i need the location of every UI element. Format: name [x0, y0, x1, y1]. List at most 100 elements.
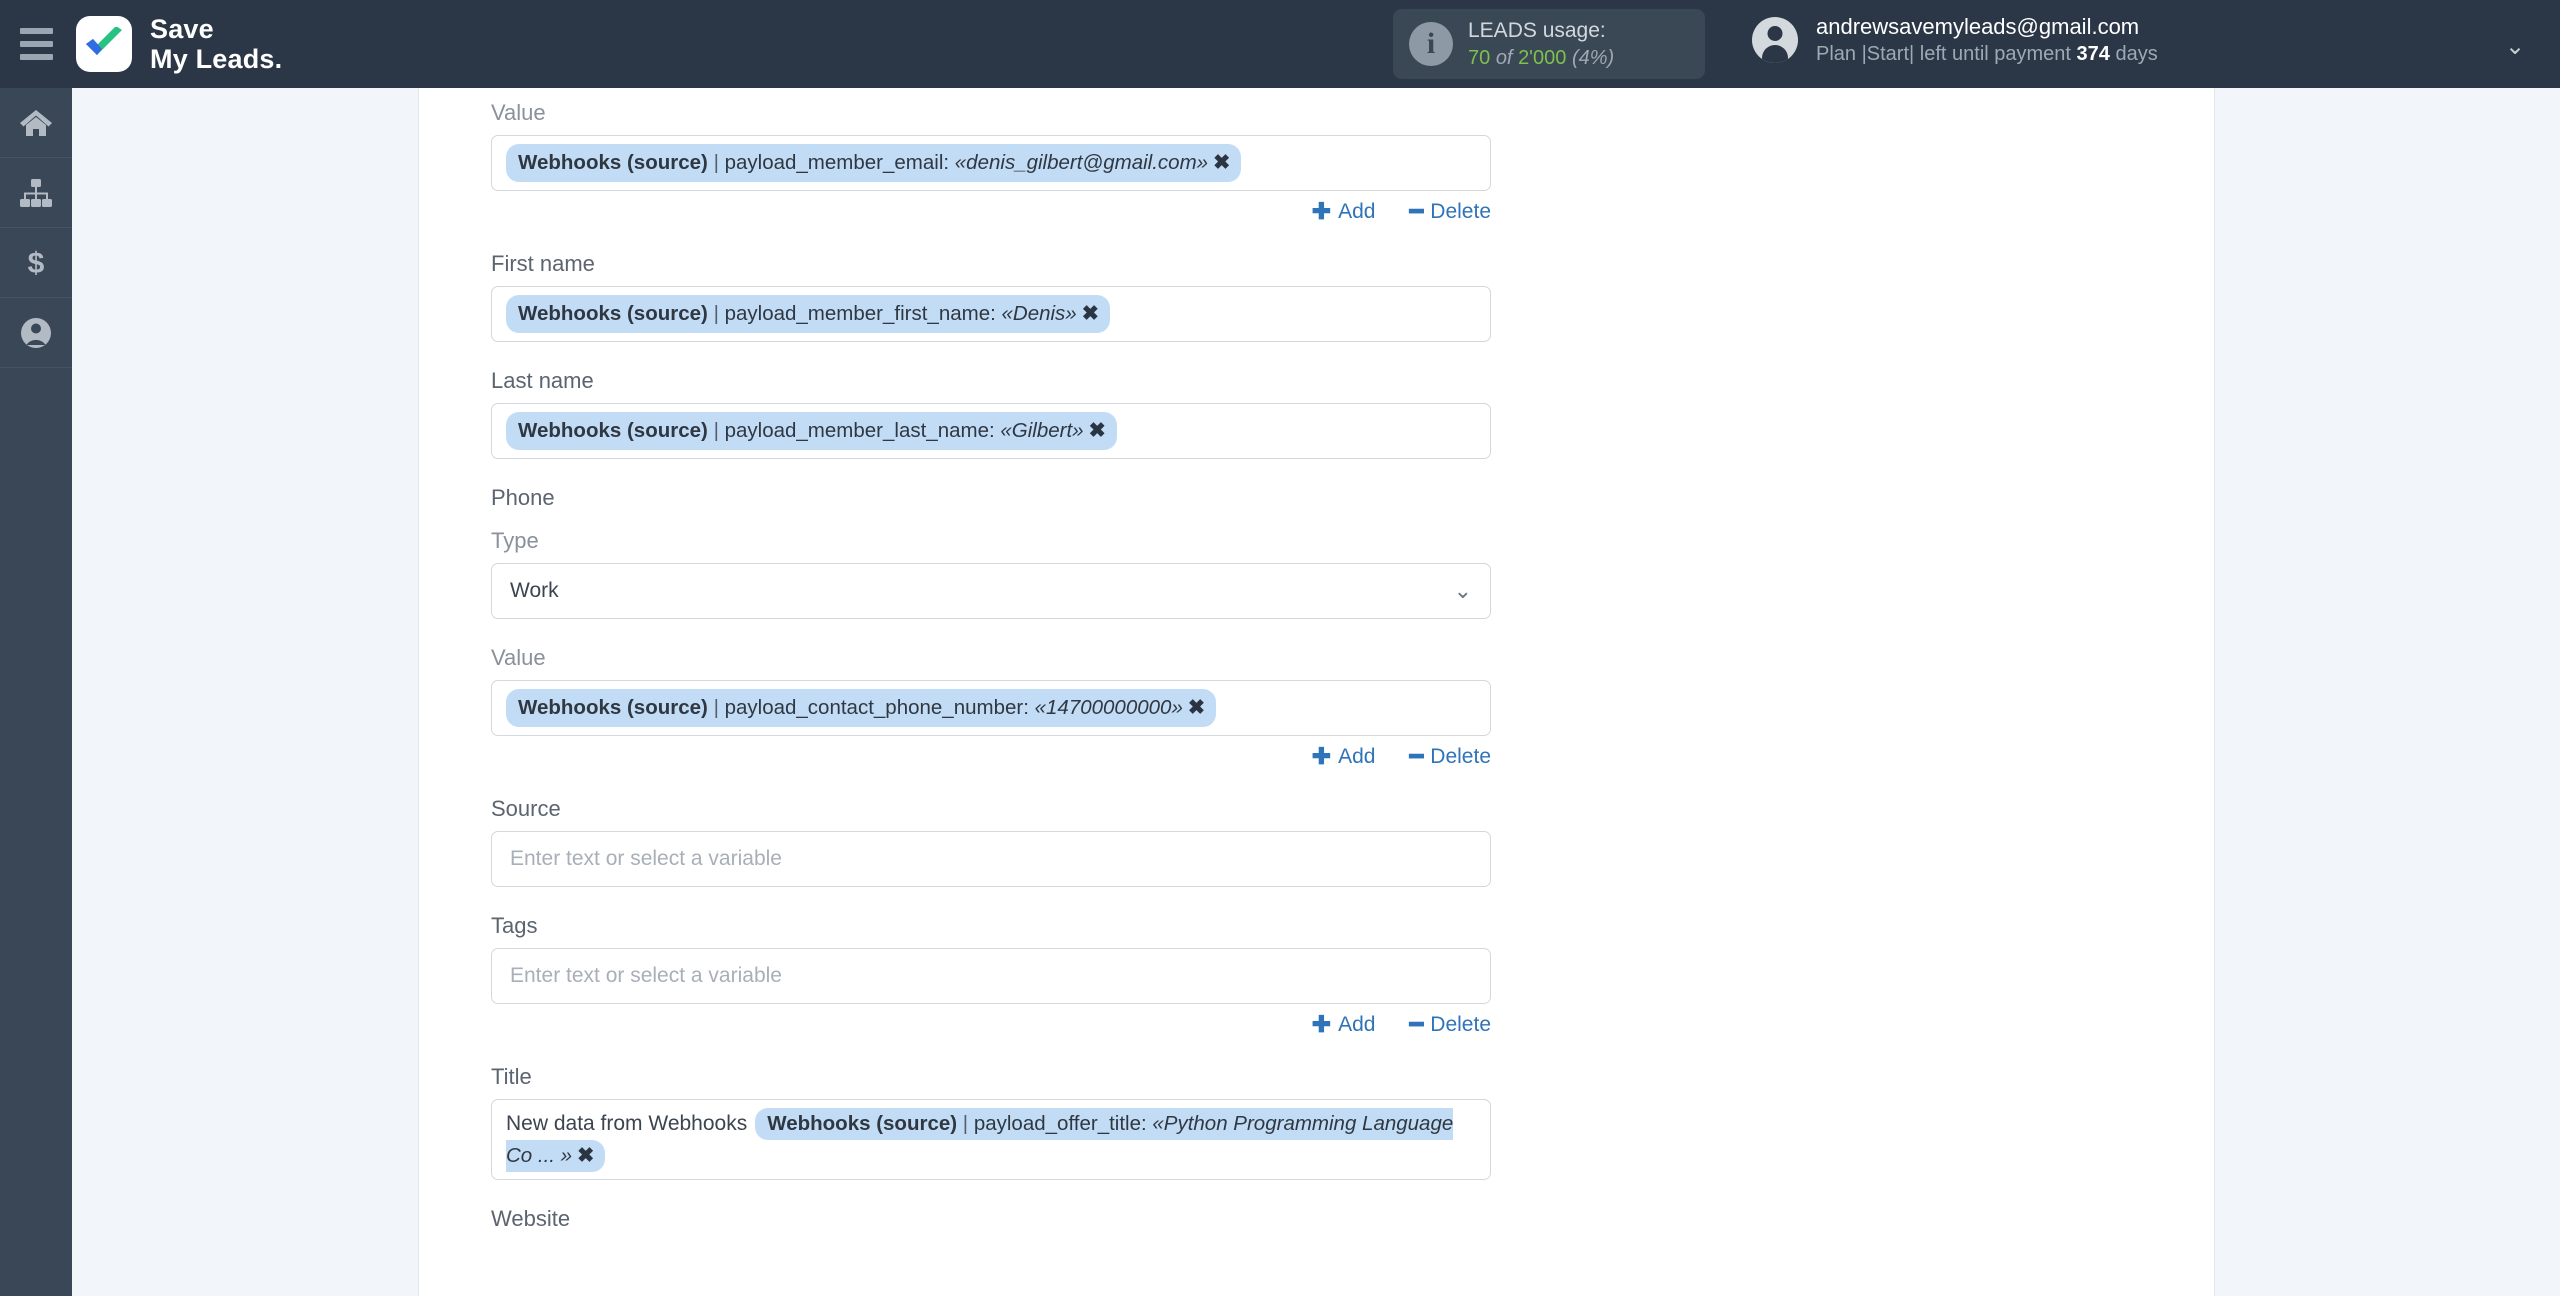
add-label: Add	[1338, 199, 1376, 223]
usage-used: 70	[1468, 46, 1491, 69]
form-content-panel: Value Webhooks (source) | payload_member…	[418, 88, 2215, 1296]
brand-line-1: Save	[150, 13, 214, 44]
delete-button[interactable]: ━ Delete	[1409, 1011, 1491, 1038]
account-text: andrewsavemyleads@gmail.com Plan |Start|…	[1816, 12, 2158, 67]
plan-days: 374	[2076, 43, 2110, 66]
tag-field: payload_member_email:	[724, 151, 950, 174]
plus-icon: ✚	[1311, 1011, 1332, 1038]
last-name-input[interactable]: Webhooks (source) | payload_member_last_…	[491, 403, 1491, 460]
account-icon	[19, 316, 53, 350]
phone-type-label: Type	[491, 528, 539, 554]
delete-button[interactable]: ━ Delete	[1409, 743, 1491, 770]
delete-button[interactable]: ━ Delete	[1409, 198, 1491, 225]
first-name-input[interactable]: Webhooks (source) | payload_member_first…	[491, 286, 1491, 343]
usage-text: LEADS usage: 70 of 2'000 (4%)	[1468, 17, 1614, 71]
phone-value-label: Value	[491, 645, 546, 671]
user-avatar-icon	[1752, 16, 1798, 63]
checkmark-logo-icon	[76, 16, 132, 72]
website-label: Website	[491, 1206, 571, 1232]
variable-tag[interactable]: Webhooks (source) | payload_member_email…	[506, 144, 1242, 183]
minus-icon: ━	[1409, 198, 1424, 225]
hamburger-bar	[19, 41, 53, 47]
email-value-input[interactable]: Webhooks (source) | payload_member_email…	[491, 135, 1491, 192]
phone-group-label: Phone	[491, 485, 555, 511]
tag-separator: |	[713, 419, 719, 443]
hamburger-bar	[19, 54, 53, 60]
sidebar-item-connections[interactable]	[0, 158, 72, 228]
first-name-label: First name	[491, 251, 595, 277]
top-bar: Save My Leads. i LEADS usage: 70 of 2'00…	[0, 0, 2560, 88]
brand-name: Save My Leads.	[150, 14, 282, 74]
tag-source: Webhooks (source)	[518, 696, 708, 720]
title-input[interactable]: New data from Webhooks Webhooks (source) …	[491, 1099, 1491, 1181]
email-value-actions: ✚ Add ━ Delete	[491, 198, 1491, 225]
remove-tag-icon[interactable]: ✖	[1213, 151, 1230, 174]
tags-label: Tags	[491, 913, 538, 939]
variable-tag[interactable]: Webhooks (source) | payload_contact_phon…	[506, 689, 1217, 728]
tag-field: payload_member_first_name:	[724, 302, 996, 326]
sidebar-item-home[interactable]	[0, 88, 72, 158]
usage-total: 2'000	[1518, 46, 1567, 69]
tag-separator: |	[713, 151, 719, 174]
tag-field: payload_contact_phone_number:	[724, 696, 1029, 720]
remove-tag-icon[interactable]: ✖	[577, 1144, 594, 1167]
source-input[interactable]: Enter text or select a variable	[491, 831, 1491, 888]
usage-of: of	[1495, 46, 1513, 69]
add-label: Add	[1338, 744, 1376, 768]
remove-tag-icon[interactable]: ✖	[1082, 302, 1099, 325]
tag-separator: |	[713, 696, 719, 720]
tags-input[interactable]: Enter text or select a variable	[491, 948, 1491, 1005]
left-sidebar: $	[0, 88, 72, 1296]
plus-icon: ✚	[1311, 743, 1332, 770]
minus-icon: ━	[1409, 743, 1424, 770]
minus-icon: ━	[1409, 1011, 1424, 1038]
add-button[interactable]: ✚ Add	[1312, 743, 1376, 770]
hamburger-menu-icon[interactable]	[0, 0, 72, 88]
phone-type-select[interactable]: Work ⌄	[491, 563, 1491, 620]
sidebar-item-account[interactable]	[0, 298, 72, 368]
tag-separator: |	[713, 302, 719, 326]
remove-tag-icon[interactable]: ✖	[1089, 419, 1106, 442]
delete-label: Delete	[1430, 744, 1491, 768]
title-static-text: New data from Webhooks	[506, 1112, 748, 1136]
variable-tag[interactable]: Webhooks (source) | payload_member_first…	[506, 295, 1110, 334]
plan-prefix: Plan |	[1816, 43, 1867, 66]
tag-field: payload_offer_title:	[973, 1112, 1147, 1136]
sidebar-item-billing[interactable]: $	[0, 228, 72, 298]
source-placeholder: Enter text or select a variable	[510, 847, 782, 871]
brand-logo-area[interactable]: Save My Leads.	[76, 14, 282, 74]
tag-value: «14700000000»	[1034, 696, 1183, 720]
dollar-icon: $	[19, 247, 53, 279]
svg-text:$: $	[28, 247, 45, 279]
leads-usage-badge[interactable]: i LEADS usage: 70 of 2'000 (4%)	[1393, 9, 1705, 79]
tag-source: Webhooks (source)	[767, 1112, 958, 1136]
info-icon: i	[1409, 22, 1453, 66]
tags-placeholder: Enter text or select a variable	[510, 964, 782, 988]
add-button[interactable]: ✚ Add	[1312, 1011, 1376, 1038]
usage-title: LEADS usage:	[1468, 18, 1606, 42]
account-menu[interactable]: andrewsavemyleads@gmail.com Plan |Start|…	[1752, 12, 2158, 67]
add-button[interactable]: ✚ Add	[1312, 198, 1376, 225]
remove-tag-icon[interactable]: ✖	[1188, 696, 1205, 719]
usage-values: 70 of 2'000 (4%)	[1468, 45, 1614, 71]
tag-value: «Denis»	[1001, 302, 1077, 326]
tag-separator: |	[962, 1112, 969, 1136]
plus-icon: ✚	[1311, 198, 1332, 225]
chevron-down-icon[interactable]: ⌄	[2505, 32, 2525, 61]
phone-type-value: Work	[510, 579, 559, 603]
account-email: andrewsavemyleads@gmail.com	[1816, 14, 2140, 39]
plan-name: Start	[1866, 43, 1910, 66]
title-label: Title	[491, 1064, 532, 1090]
variable-tag[interactable]: Webhooks (source) | payload_member_last_…	[506, 412, 1117, 451]
phone-value-input[interactable]: Webhooks (source) | payload_contact_phon…	[491, 680, 1491, 737]
title-content: New data from Webhooks Webhooks (source) …	[506, 1108, 1476, 1172]
brand-line-2: My Leads.	[150, 44, 283, 74]
plan-mid: | left until payment	[1909, 43, 2071, 66]
hamburger-bar	[19, 28, 53, 34]
sitemap-icon	[19, 178, 53, 208]
home-icon	[19, 108, 53, 138]
mapping-form: Value Webhooks (source) | payload_member…	[491, 88, 1491, 1241]
delete-label: Delete	[1430, 1012, 1491, 1036]
phone-actions: ✚ Add ━ Delete	[491, 743, 1491, 770]
chevron-down-icon[interactable]: ⌄	[1454, 580, 1472, 602]
